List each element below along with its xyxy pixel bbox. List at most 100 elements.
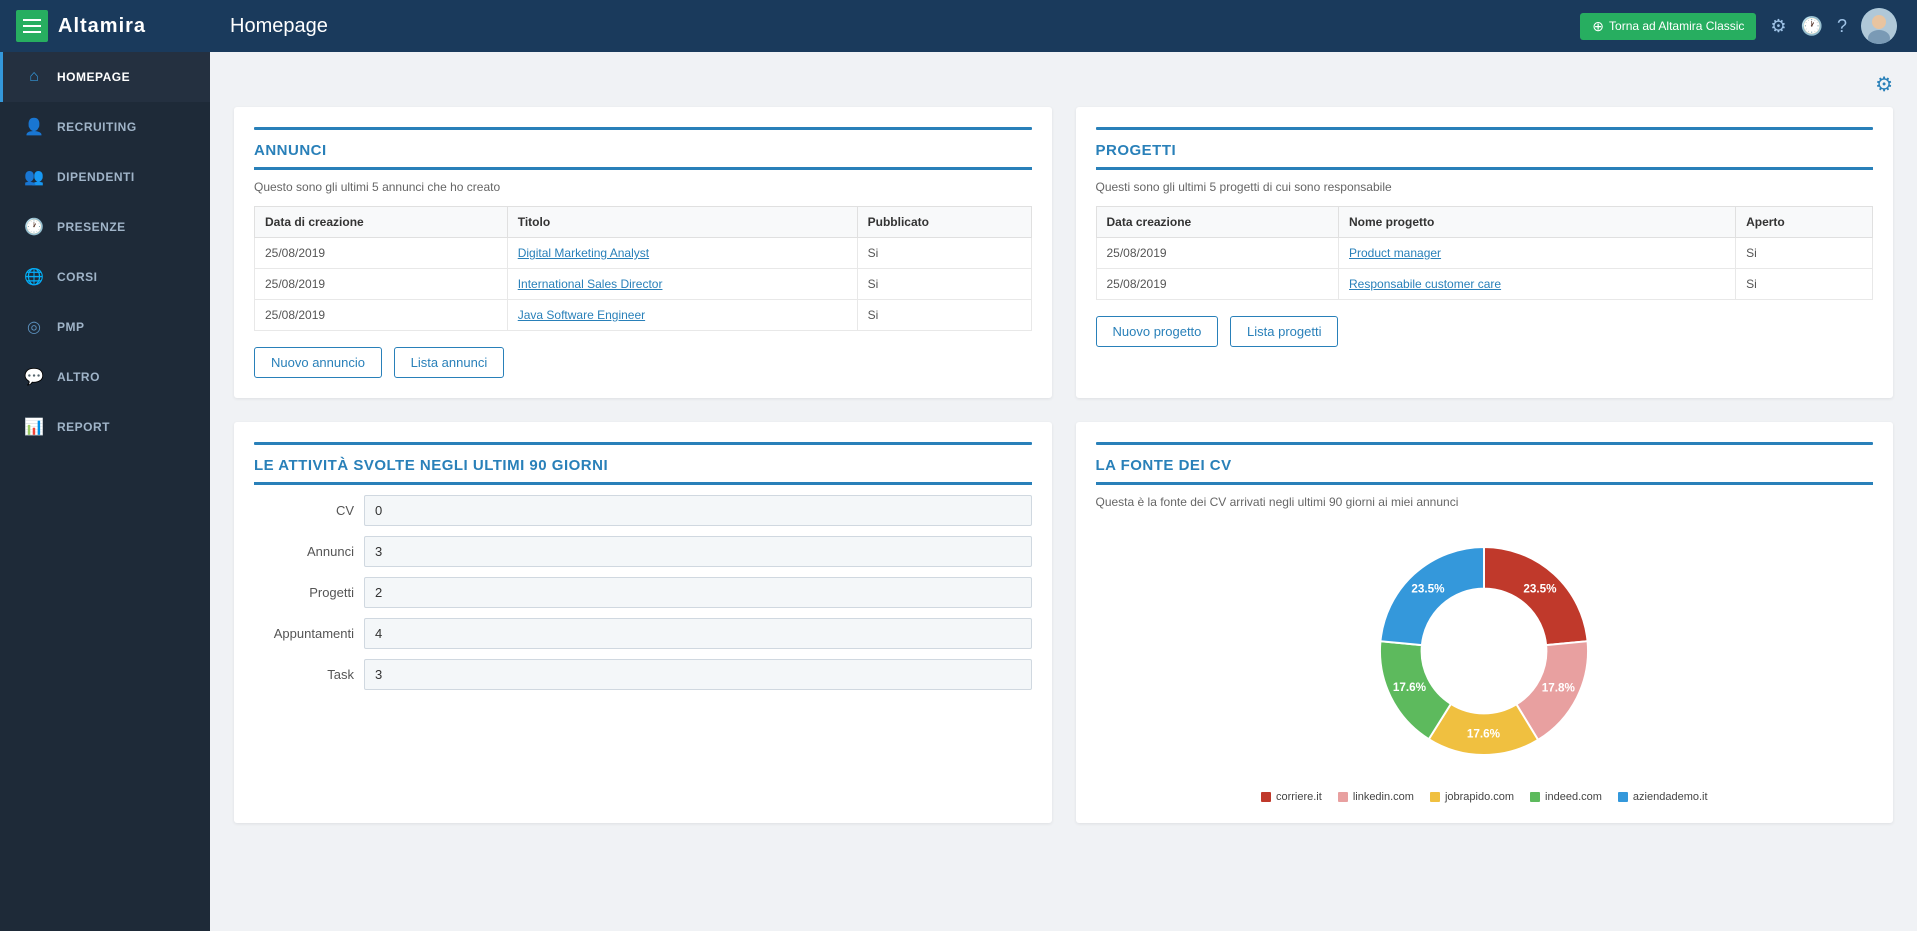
page-title: Homepage [230, 15, 1570, 38]
legend-label: linkedin.com [1353, 791, 1414, 803]
chart-label: 23.5% [1524, 583, 1558, 596]
sidebar-item-altro[interactable]: 💬 Altro [0, 352, 210, 402]
page-settings-icon[interactable]: ⚙ [1875, 72, 1893, 97]
annunci-col-date: Data di creazione [255, 207, 508, 238]
progetti-table: Data creazione Nome progetto Aperto 25/0… [1096, 206, 1874, 300]
sidebar-item-dipendenti[interactable]: 👥 Dipendenti [0, 152, 210, 202]
progetti-col-name: Nome progetto [1339, 207, 1736, 238]
annunci-date: 25/08/2019 [255, 300, 508, 331]
user-avatar[interactable] [1861, 8, 1897, 44]
legend-label: corriere.it [1276, 791, 1322, 803]
progetti-col-date: Data creazione [1096, 207, 1339, 238]
settings-gear-area: ⚙ [234, 72, 1893, 97]
legend-dot [1338, 792, 1348, 802]
sidebar-item-presenze[interactable]: 🕐 Presenze [0, 202, 210, 252]
progetti-col-open: Aperto [1736, 207, 1873, 238]
content-area: ⚙ ANNUNCI Questo sono gli ultimi 5 annun… [210, 52, 1917, 931]
main-area: Homepage ⊕ Torna ad Altamira Classic ⚙ 🕐… [210, 0, 1917, 931]
settings-icon[interactable]: ⚙ [1770, 16, 1786, 37]
annunci-table: Data di creazione Titolo Pubblicato 25/0… [254, 206, 1032, 331]
donut-chart: 23.5%17.8%17.6%17.6%23.5% [1354, 521, 1614, 781]
table-row: 25/08/2019 International Sales Director … [255, 269, 1032, 300]
sidebar-label-pmp: PMP [57, 320, 85, 334]
legend-item: indeed.com [1530, 791, 1602, 803]
progetto-link[interactable]: Responsabile customer care [1339, 269, 1736, 300]
progetti-title: PROGETTI [1096, 142, 1874, 170]
sidebar-label-homepage: Homepage [57, 70, 130, 84]
activity-label: Task [254, 661, 364, 688]
list-progetti-button[interactable]: Lista progetti [1230, 316, 1338, 347]
annunci-link[interactable]: Digital Marketing Analyst [507, 238, 857, 269]
legend-label: aziendademo.it [1633, 791, 1708, 803]
activity-row: Annunci [254, 536, 1032, 567]
chart-segment [1381, 547, 1485, 645]
chart-legend: corriere.it linkedin.com jobrapido.com i… [1261, 791, 1708, 803]
annunci-link[interactable]: Java Software Engineer [507, 300, 857, 331]
activity-input[interactable] [364, 577, 1032, 608]
pmp-icon: ◎ [23, 316, 45, 338]
legend-dot [1618, 792, 1628, 802]
annunci-published: Si [857, 238, 1031, 269]
recruiting-icon: 👤 [23, 116, 45, 138]
progetto-open: Si [1736, 238, 1873, 269]
legend-item: corriere.it [1261, 791, 1322, 803]
help-icon[interactable]: ? [1837, 16, 1847, 37]
annunci-col-title: Titolo [507, 207, 857, 238]
annunci-link[interactable]: International Sales Director [507, 269, 857, 300]
sidebar-label-dipendenti: Dipendenti [57, 170, 135, 184]
top-actions: ⊕ Torna ad Altamira Classic ⚙ 🕐 ? [1580, 8, 1897, 44]
legend-dot [1530, 792, 1540, 802]
classic-icon: ⊕ [1592, 18, 1604, 35]
annunci-col-published: Pubblicato [857, 207, 1031, 238]
dipendenti-icon: 👥 [23, 166, 45, 188]
table-row: 25/08/2019 Product manager Si [1096, 238, 1873, 269]
sidebar-label-recruiting: Recruiting [57, 120, 137, 134]
activity-input[interactable] [364, 536, 1032, 567]
logo-area: Altamira [0, 0, 210, 52]
bottom-cards-row: LE ATTIVITÀ SVOLTE NEGLI ULTIMI 90 GIORN… [234, 422, 1893, 823]
table-row: 25/08/2019 Responsabile customer care Si [1096, 269, 1873, 300]
activities-card: LE ATTIVITÀ SVOLTE NEGLI ULTIMI 90 GIORN… [234, 422, 1052, 823]
classic-button[interactable]: ⊕ Torna ad Altamira Classic [1580, 13, 1756, 40]
cv-fonte-title: LA FONTE DEI CV [1096, 457, 1874, 485]
sidebar-item-report[interactable]: 📊 Report [0, 402, 210, 452]
cv-fonte-card: LA FONTE DEI CV Questa è la fonte dei CV… [1076, 422, 1894, 823]
annunci-card: ANNUNCI Questo sono gli ultimi 5 annunci… [234, 107, 1052, 398]
hamburger-button[interactable] [16, 10, 48, 42]
new-progetto-button[interactable]: Nuovo progetto [1096, 316, 1219, 347]
activity-input[interactable] [364, 618, 1032, 649]
sidebar-label-report: Report [57, 420, 110, 434]
activity-label: Progetti [254, 579, 364, 606]
activity-input[interactable] [364, 495, 1032, 526]
activity-row: Appuntamenti [254, 618, 1032, 649]
sidebar-item-corsi[interactable]: 🌐 Corsi [0, 252, 210, 302]
sidebar-item-pmp[interactable]: ◎ PMP [0, 302, 210, 352]
activity-label: Appuntamenti [254, 620, 364, 647]
sidebar-label-presenze: Presenze [57, 220, 126, 234]
activity-row: Task [254, 659, 1032, 690]
annunci-buttons: Nuovo annuncio Lista annunci [254, 347, 1032, 378]
sidebar-item-recruiting[interactable]: 👤 Recruiting [0, 102, 210, 152]
new-annuncio-button[interactable]: Nuovo annuncio [254, 347, 382, 378]
chart-label: 17.6% [1467, 727, 1501, 740]
annunci-published: Si [857, 269, 1031, 300]
progetto-date: 25/08/2019 [1096, 269, 1339, 300]
clock-icon[interactable]: 🕐 [1801, 16, 1823, 37]
annunci-date: 25/08/2019 [255, 269, 508, 300]
altro-icon: 💬 [23, 366, 45, 388]
progetto-date: 25/08/2019 [1096, 238, 1339, 269]
annunci-title: ANNUNCI [254, 142, 1032, 170]
chart-label: 17.6% [1393, 681, 1427, 694]
progetti-subtitle: Questi sono gli ultimi 5 progetti di cui… [1096, 180, 1874, 194]
sidebar-item-homepage[interactable]: ⌂ Homepage [0, 52, 210, 102]
annunci-published: Si [857, 300, 1031, 331]
legend-label: jobrapido.com [1445, 791, 1514, 803]
list-annunci-button[interactable]: Lista annunci [394, 347, 505, 378]
sidebar-label-altro: Altro [57, 370, 100, 384]
progetto-link[interactable]: Product manager [1339, 238, 1736, 269]
chart-segment [1484, 547, 1588, 645]
chart-label: 17.8% [1542, 681, 1576, 694]
activity-input[interactable] [364, 659, 1032, 690]
legend-dot [1261, 792, 1271, 802]
legend-item: jobrapido.com [1430, 791, 1514, 803]
